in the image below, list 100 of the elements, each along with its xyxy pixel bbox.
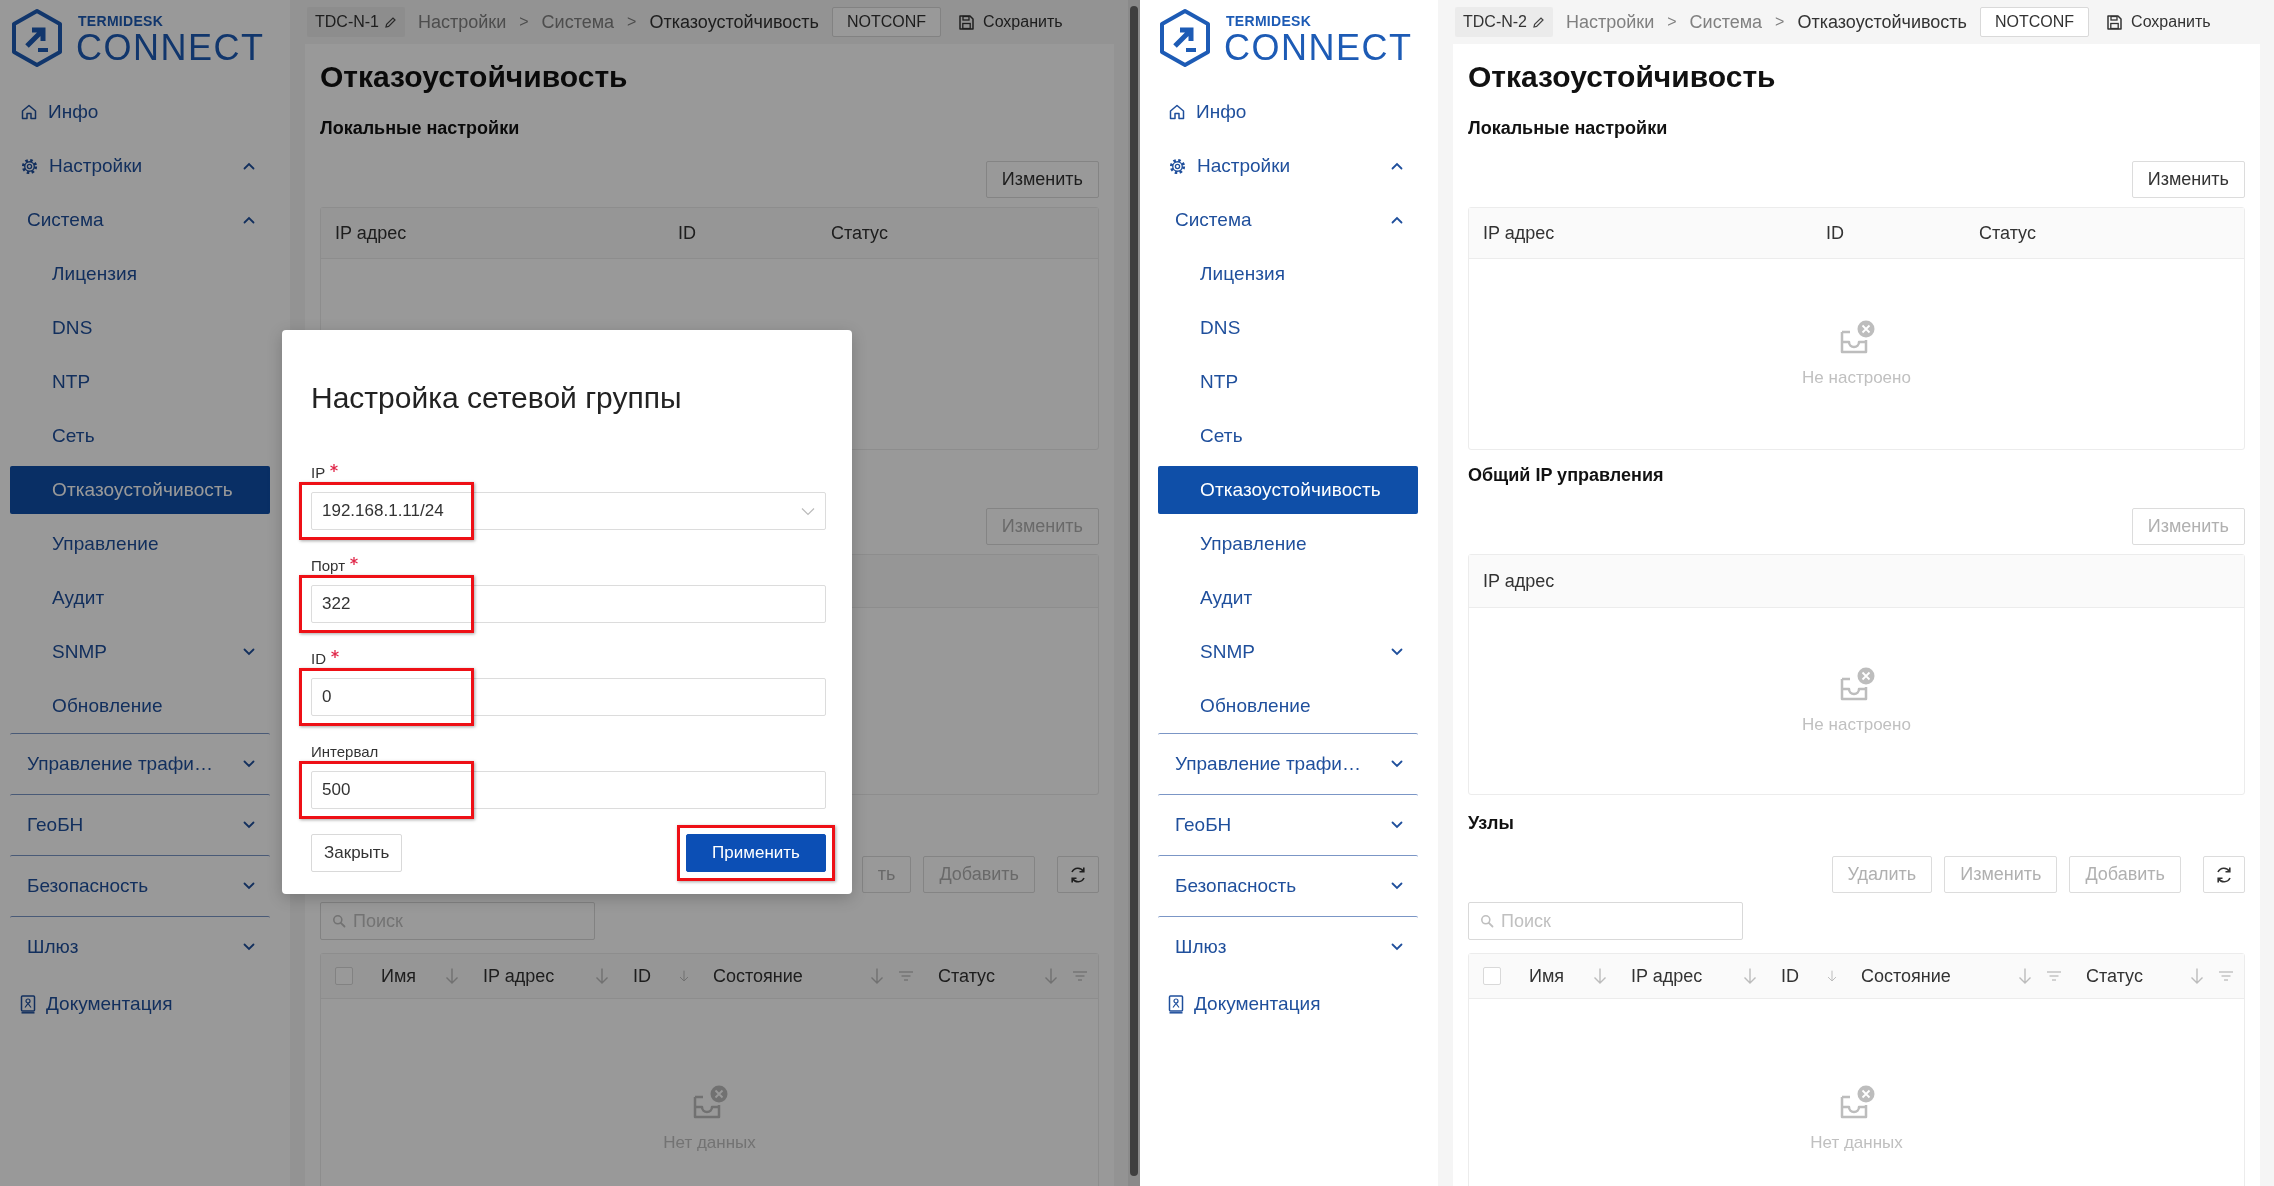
action-button[interactable]: Изменить xyxy=(985,161,1099,198)
close-button[interactable]: Закрыть xyxy=(311,834,403,872)
nav-item[interactable]: DNS xyxy=(10,301,270,355)
page-title: Отказоустойчивость xyxy=(320,59,629,95)
column-header: Имя xyxy=(1529,965,1565,987)
logo-icon xyxy=(10,8,64,68)
section-title: Узлы xyxy=(1468,812,1515,835)
input-field[interactable]: 322 xyxy=(311,585,826,623)
nav-item[interactable]: Управление xyxy=(1158,517,1418,571)
breadcrumb-separator: > xyxy=(627,13,637,31)
save-button[interactable]: Сохранить xyxy=(2106,13,2211,31)
mode-button[interactable]: NOTCONF xyxy=(831,7,942,37)
brand-name: TERMIDESK xyxy=(78,13,165,29)
nav-item[interactable]: Обновление xyxy=(1158,679,1418,733)
document-icon xyxy=(20,994,36,1014)
nav-item[interactable]: Документация xyxy=(1158,977,1418,1031)
pencil-icon xyxy=(1532,15,1545,29)
nav-item[interactable]: Документация xyxy=(10,977,270,1031)
nav-item[interactable]: Система xyxy=(1158,193,1418,247)
node-name-button[interactable]: TDC-N-2 xyxy=(1455,7,1553,37)
brand-name: TERMIDESK xyxy=(1226,13,1313,29)
nav-item[interactable]: ГеоБН xyxy=(1158,794,1418,855)
nav-item[interactable]: Управление xyxy=(10,517,270,571)
sort-arrow-icon xyxy=(1044,967,1058,985)
nav-item[interactable]: Управление трафи… xyxy=(1158,733,1418,794)
action-button[interactable]: Изменить xyxy=(2131,161,2245,198)
filter-icon xyxy=(2218,970,2234,982)
column-header: Статус xyxy=(1979,222,2036,244)
product-name: CONNECT xyxy=(76,29,265,67)
column-header: IP адрес xyxy=(1483,570,1555,592)
column-header: ID xyxy=(1781,965,1799,987)
home-icon xyxy=(1168,103,1186,121)
select-field[interactable]: 192.168.1.11/24 xyxy=(311,492,826,530)
nav-item[interactable]: Система xyxy=(10,193,270,247)
nav-item[interactable]: NTP xyxy=(1158,355,1418,409)
column-header: Имя xyxy=(381,965,417,987)
page-title: Отказоустойчивость xyxy=(1468,59,1777,95)
nav-item[interactable]: Обновление xyxy=(10,679,270,733)
nav-item[interactable]: Лицензия xyxy=(1158,247,1418,301)
breadcrumb-link[interactable]: Настройки xyxy=(1566,11,1655,33)
product-name: CONNECT xyxy=(1224,29,1413,67)
sort-arrow-icon xyxy=(870,967,884,985)
column-header: Состояние xyxy=(1861,965,1951,987)
scrollbar[interactable] xyxy=(1128,0,1140,1186)
empty-message: Нет данных xyxy=(1810,1133,1903,1153)
section-title: Общий IP управления xyxy=(1468,464,1665,487)
nav-item[interactable]: Шлюз xyxy=(10,916,270,977)
nav-item[interactable]: Инфо xyxy=(1158,85,1418,139)
sort-arrow-icon xyxy=(1593,967,1607,985)
refresh-button[interactable] xyxy=(1057,856,1099,893)
column-header: Статус xyxy=(831,222,888,244)
empty-message: Не настроено xyxy=(1802,368,1911,388)
field-label: ID xyxy=(311,650,326,668)
mode-button[interactable]: NOTCONF xyxy=(1979,7,2090,37)
nav-item[interactable]: DNS xyxy=(1158,301,1418,355)
column-header: Статус xyxy=(2086,965,2143,987)
field-label: Порт xyxy=(311,557,345,575)
nav-item[interactable]: NTP xyxy=(10,355,270,409)
save-button[interactable]: Сохранить xyxy=(958,13,1063,31)
nav-item[interactable]: Отказоустойчивость xyxy=(10,466,270,514)
breadcrumb-current: Отказоустойчивость xyxy=(1797,11,1967,33)
nav-item[interactable]: Безопасность xyxy=(10,855,270,916)
column-header: IP адрес xyxy=(1631,965,1703,987)
nav-item[interactable]: Инфо xyxy=(10,85,270,139)
required-icon xyxy=(350,557,358,565)
sort-arrow-icon xyxy=(1743,967,1757,985)
nav-item[interactable]: Шлюз xyxy=(1158,916,1418,977)
nav-item[interactable]: SNMP xyxy=(10,625,270,679)
column-header: ID xyxy=(633,965,651,987)
input-field[interactable]: 0 xyxy=(311,678,826,716)
nav-item[interactable]: Аудит xyxy=(10,571,270,625)
nav-item[interactable]: Отказоустойчивость xyxy=(1158,466,1418,514)
refresh-button[interactable] xyxy=(2203,856,2245,893)
nav-item[interactable]: SNMP xyxy=(1158,625,1418,679)
breadcrumb-link[interactable]: Система xyxy=(1689,11,1763,33)
refresh-icon xyxy=(1068,864,1088,885)
filter-icon xyxy=(2046,970,2062,982)
refresh-icon xyxy=(2214,864,2234,885)
nav-item[interactable]: Лицензия xyxy=(10,247,270,301)
section-title: Локальные настройки xyxy=(320,117,521,140)
nav-item[interactable]: Безопасность xyxy=(1158,855,1418,916)
input-field[interactable]: 500 xyxy=(311,771,826,809)
checkbox[interactable] xyxy=(1483,967,1501,985)
search-field[interactable]: Поиск xyxy=(1468,902,1743,940)
nav-item[interactable]: ГеоБН xyxy=(10,794,270,855)
breadcrumb-separator: > xyxy=(519,13,529,31)
pencil-icon xyxy=(384,15,397,29)
nav-item[interactable]: Управление трафи… xyxy=(10,733,270,794)
nav-item[interactable]: Сеть xyxy=(1158,409,1418,463)
gear-icon xyxy=(1168,156,1187,176)
nav-item[interactable]: Аудит xyxy=(1158,571,1418,625)
column-header: ID xyxy=(678,222,696,244)
apply-button[interactable]: Применить xyxy=(686,834,826,872)
gear-icon xyxy=(20,156,39,176)
dialog-title: Настройка сетевой группы xyxy=(311,380,683,416)
sort-arrow-icon xyxy=(2190,967,2204,985)
nav-item[interactable]: Настройки xyxy=(10,139,270,193)
nav-item[interactable]: Настройки xyxy=(1158,139,1418,193)
nav-item[interactable]: Сеть xyxy=(10,409,270,463)
node-name-button[interactable]: TDC-N-1 xyxy=(307,7,405,37)
